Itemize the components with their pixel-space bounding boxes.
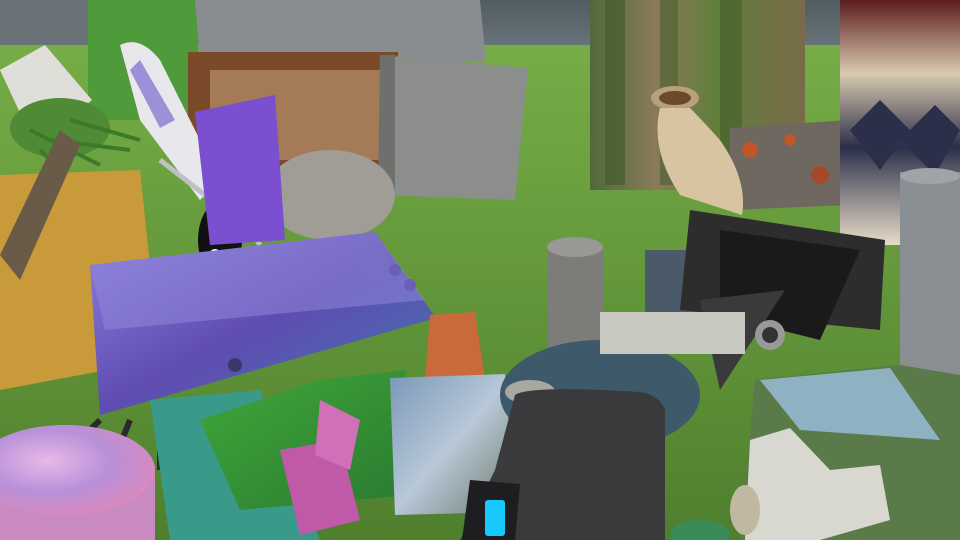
scene-canvas xyxy=(0,0,960,540)
background-wall xyxy=(0,0,90,42)
orange-slab xyxy=(425,312,485,380)
grey-cube xyxy=(378,55,528,200)
purple-cube xyxy=(195,95,285,245)
3d-scene xyxy=(0,0,960,540)
stone-pillar xyxy=(900,172,960,392)
cyan-screen xyxy=(485,500,505,536)
rusty-box xyxy=(730,120,850,210)
stone-disc xyxy=(265,150,395,240)
